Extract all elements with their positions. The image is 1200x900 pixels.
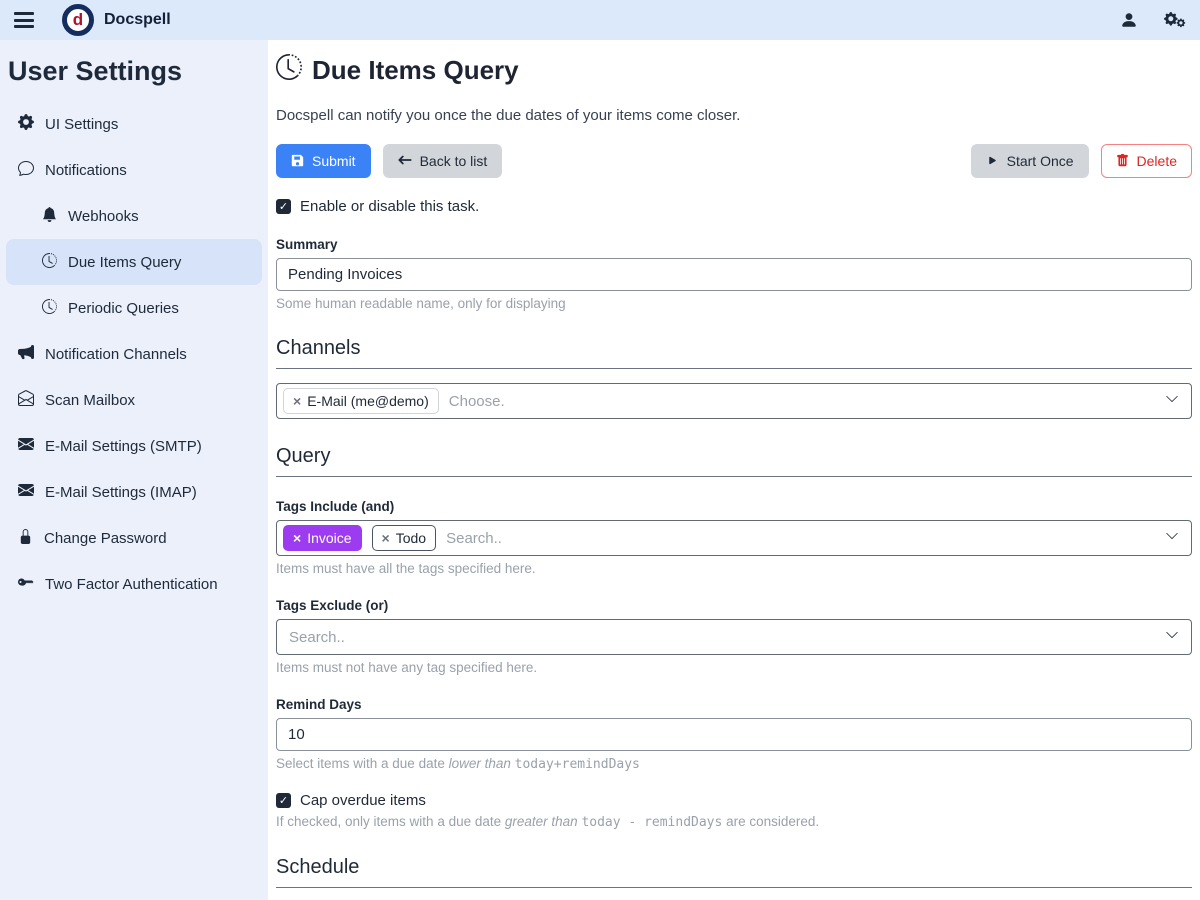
sidebar-item-label: Webhooks bbox=[68, 208, 139, 225]
back-to-list-button[interactable]: Back to list bbox=[383, 144, 503, 178]
tag-chip-todo[interactable]: × Todo bbox=[372, 525, 437, 551]
envelope-icon bbox=[18, 482, 34, 502]
tags-include-select[interactable]: × Invoice × Todo Search.. bbox=[276, 520, 1192, 556]
tags-exclude-label: Tags Exclude (or) bbox=[276, 598, 1192, 613]
sidebar-item-label: Notifications bbox=[45, 162, 127, 179]
chevron-down-icon[interactable] bbox=[1165, 628, 1179, 647]
lock-icon bbox=[18, 529, 33, 548]
sidebar: User Settings UI Settings Notifications … bbox=[0, 40, 268, 900]
query-heading: Query bbox=[276, 445, 1192, 477]
sidebar-item-change-password[interactable]: Change Password bbox=[0, 515, 268, 561]
sidebar-item-notification-channels[interactable]: Notification Channels bbox=[0, 331, 268, 377]
sidebar-item-email-imap[interactable]: E-Mail Settings (IMAP) bbox=[0, 469, 268, 515]
sidebar-item-periodic-queries[interactable]: Periodic Queries bbox=[0, 285, 268, 331]
user-icon[interactable] bbox=[1120, 11, 1138, 29]
start-once-button[interactable]: Start Once bbox=[971, 144, 1089, 178]
menu-icon[interactable] bbox=[14, 12, 34, 28]
chat-icon bbox=[18, 160, 34, 180]
topbar: d Docspell bbox=[0, 0, 1200, 40]
sidebar-title: User Settings bbox=[0, 48, 268, 101]
play-icon bbox=[986, 154, 999, 169]
trash-icon bbox=[1116, 154, 1129, 169]
page-description: Docspell can notify you once the due dat… bbox=[276, 107, 1192, 124]
checkbox-checked-icon: ✓ bbox=[276, 793, 291, 808]
arrow-left-icon bbox=[398, 153, 412, 169]
envelope-icon bbox=[18, 436, 34, 456]
key-icon bbox=[18, 574, 34, 594]
sidebar-item-label: Scan Mailbox bbox=[45, 392, 135, 409]
sidebar-item-due-items-query[interactable]: Due Items Query bbox=[6, 239, 262, 285]
sidebar-item-label: Periodic Queries bbox=[68, 300, 179, 317]
chevron-down-icon[interactable] bbox=[1165, 529, 1179, 548]
sidebar-item-label: Two Factor Authentication bbox=[45, 576, 218, 593]
envelope-open-icon bbox=[18, 390, 34, 410]
sidebar-item-label: E-Mail Settings (IMAP) bbox=[45, 484, 197, 501]
channels-heading: Channels bbox=[276, 337, 1192, 369]
enable-task-checkbox[interactable]: ✓ Enable or disable this task. bbox=[276, 198, 1192, 215]
cap-overdue-help: If checked, only items with a due date g… bbox=[276, 814, 1192, 830]
channels-select[interactable]: × E-Mail (me@demo) Choose. bbox=[276, 383, 1192, 419]
sidebar-item-label: Due Items Query bbox=[68, 254, 181, 271]
megaphone-icon bbox=[18, 344, 34, 364]
remove-chip-icon[interactable]: × bbox=[293, 531, 301, 545]
tags-exclude-select[interactable]: Search.. bbox=[276, 619, 1192, 655]
summary-help: Some human readable name, only for displ… bbox=[276, 296, 1192, 311]
sidebar-item-email-smtp[interactable]: E-Mail Settings (SMTP) bbox=[0, 423, 268, 469]
history-icon bbox=[42, 253, 57, 272]
bell-icon bbox=[42, 207, 57, 226]
app-name: Docspell bbox=[104, 11, 171, 29]
sidebar-item-label: Notification Channels bbox=[45, 346, 187, 363]
sidebar-item-two-factor[interactable]: Two Factor Authentication bbox=[0, 561, 268, 607]
remove-chip-icon[interactable]: × bbox=[382, 531, 390, 545]
history-icon bbox=[42, 299, 57, 318]
remind-days-input[interactable] bbox=[276, 718, 1192, 751]
delete-button[interactable]: Delete bbox=[1101, 144, 1192, 178]
schedule-heading: Schedule bbox=[276, 856, 1192, 888]
sidebar-item-label: UI Settings bbox=[45, 116, 118, 133]
sidebar-item-label: E-Mail Settings (SMTP) bbox=[45, 438, 202, 455]
channel-chip[interactable]: × E-Mail (me@demo) bbox=[283, 388, 439, 414]
history-icon bbox=[276, 54, 302, 87]
sidebar-item-webhooks[interactable]: Webhooks bbox=[0, 193, 268, 239]
remind-days-label: Remind Days bbox=[276, 697, 1192, 712]
sidebar-item-label: Change Password bbox=[44, 530, 167, 547]
cogs-icon[interactable] bbox=[1164, 11, 1186, 29]
summary-input[interactable] bbox=[276, 258, 1192, 291]
sidebar-item-ui-settings[interactable]: UI Settings bbox=[0, 101, 268, 147]
summary-label: Summary bbox=[276, 237, 1192, 252]
remind-days-help: Select items with a due date lower than … bbox=[276, 756, 1192, 772]
tags-exclude-placeholder: Search.. bbox=[283, 629, 1155, 646]
save-icon bbox=[291, 154, 304, 169]
checkbox-checked-icon: ✓ bbox=[276, 199, 291, 214]
tags-include-help: Items must have all the tags specified h… bbox=[276, 561, 1192, 576]
submit-button[interactable]: Submit bbox=[276, 144, 371, 178]
app-logo[interactable]: d Docspell bbox=[62, 4, 171, 36]
sidebar-item-scan-mailbox[interactable]: Scan Mailbox bbox=[0, 377, 268, 423]
page-title: Due Items Query bbox=[276, 54, 1192, 87]
remove-chip-icon[interactable]: × bbox=[293, 394, 301, 408]
tags-include-placeholder: Search.. bbox=[446, 530, 1155, 547]
docspell-logo-icon: d bbox=[62, 4, 94, 36]
main-content: Due Items Query Docspell can notify you … bbox=[268, 40, 1200, 900]
tag-chip-invoice[interactable]: × Invoice bbox=[283, 525, 362, 551]
chevron-down-icon[interactable] bbox=[1165, 392, 1179, 411]
sidebar-item-notifications[interactable]: Notifications bbox=[0, 147, 268, 193]
cap-overdue-checkbox[interactable]: ✓ Cap overdue items bbox=[276, 792, 1192, 809]
tags-exclude-help: Items must not have any tag specified he… bbox=[276, 660, 1192, 675]
tags-include-label: Tags Include (and) bbox=[276, 499, 1192, 514]
channels-placeholder: Choose. bbox=[449, 393, 1155, 410]
gear-icon bbox=[18, 114, 34, 134]
